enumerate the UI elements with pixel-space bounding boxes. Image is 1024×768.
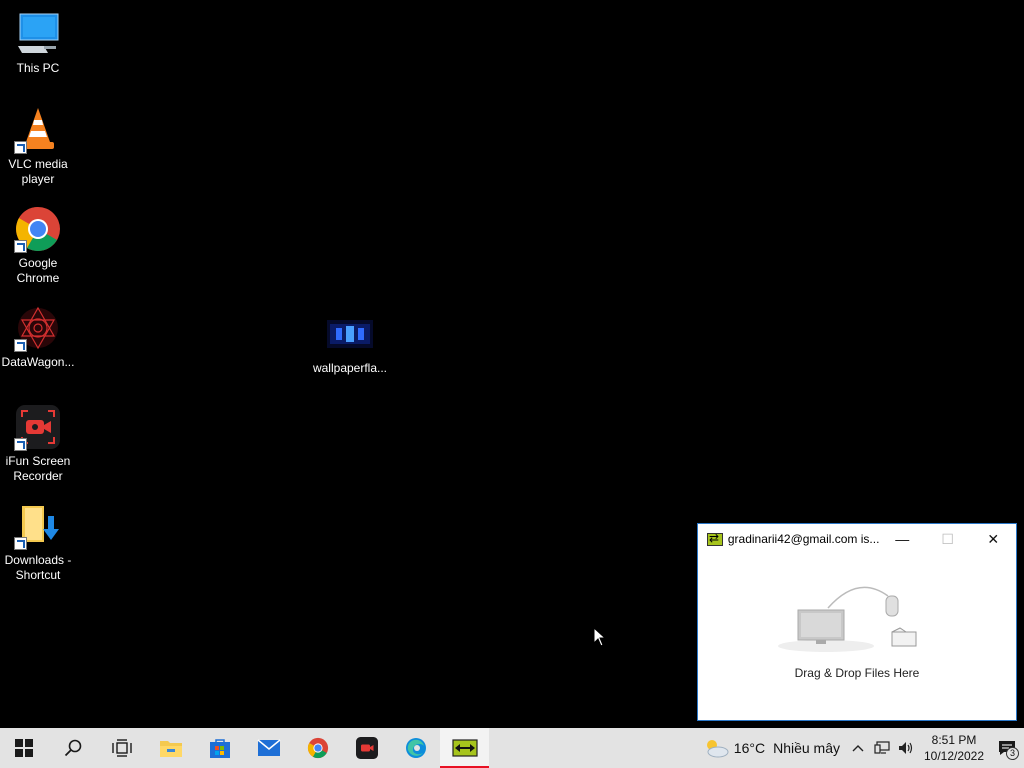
chrome-icon	[14, 205, 62, 253]
desktop-icon-label: This PC	[16, 61, 60, 75]
store-button[interactable]	[195, 728, 244, 768]
window-title: gradinarii42@gmail.com is...	[727, 532, 880, 546]
drop-zone[interactable]: Drag & Drop Files Here	[698, 554, 1016, 720]
chrome-icon	[307, 737, 328, 759]
clock[interactable]: 8:51 PM 10/12/2022	[918, 728, 990, 768]
weather-widget[interactable]: 16°C Nhiều mây	[697, 728, 846, 768]
partly-cloudy-icon	[706, 740, 729, 758]
desktop-icon-wallpaper[interactable]: wallpaperfla...	[312, 310, 388, 376]
edge-button[interactable]	[391, 728, 440, 768]
desktop-icon-downloads[interactable]: Downloads - Shortcut	[0, 502, 76, 583]
search-icon	[64, 739, 81, 757]
start-button[interactable]	[0, 728, 48, 768]
action-center-button[interactable]: 3	[990, 728, 1024, 768]
task-view-button[interactable]	[97, 728, 146, 768]
system-tray: 16°C Nhiều mây 8:51 PM 10/12/2022 3	[697, 728, 1024, 768]
weather-temperature: 16°C	[733, 740, 766, 756]
downloads-folder-icon	[14, 502, 62, 550]
desktop-icon-label: VLC media player	[8, 157, 68, 186]
datawagon-icon	[14, 304, 62, 352]
mail-button[interactable]	[244, 728, 293, 768]
maximize-button[interactable]: ☐	[925, 524, 971, 554]
file-transfer-icon	[451, 739, 478, 757]
desktop-icon-label: wallpaperfla...	[312, 361, 388, 375]
file-transfer-icon	[707, 531, 723, 546]
window-titlebar[interactable]: gradinarii42@gmail.com is... — ☐ ✕	[698, 524, 1016, 554]
mouse-cursor-icon	[593, 627, 607, 647]
desktop-icon-label: Downloads - Shortcut	[4, 553, 72, 582]
file-transfer-taskbar-button[interactable]	[440, 728, 489, 768]
task-view-icon	[111, 739, 132, 757]
weather-condition: Nhiều mây	[773, 740, 840, 756]
chevron-up-icon	[852, 745, 864, 752]
minimize-button[interactable]: —	[879, 524, 925, 554]
folder-icon	[159, 741, 182, 757]
drag-drop-illustration-icon	[778, 586, 917, 652]
clock-date: 10/12/2022	[923, 749, 985, 763]
desktop-icon-label: DataWagon...	[1, 355, 75, 369]
network-button[interactable]	[870, 728, 894, 768]
desktop-icon-this-pc[interactable]: This PC	[0, 10, 76, 76]
desktop-icon-vlc[interactable]: VLC media player	[0, 106, 76, 187]
shortcut-arrow-icon	[14, 537, 27, 550]
drop-zone-label: Drag & Drop Files Here	[794, 666, 920, 680]
volume-icon	[899, 742, 913, 754]
chrome-taskbar-button[interactable]	[293, 728, 342, 768]
desktop-icon-label: iFun Screen Recorder	[5, 454, 71, 483]
vlc-icon	[14, 106, 62, 154]
windows-icon	[15, 739, 33, 757]
network-icon	[874, 741, 890, 754]
desktop-icon-label: Google Chrome	[16, 256, 60, 285]
desktop-icon-ifun[interactable]: iFun Screen Recorder	[0, 403, 76, 484]
shortcut-arrow-icon	[14, 240, 27, 253]
file-transfer-window[interactable]: gradinarii42@gmail.com is... — ☐ ✕ Drag …	[697, 523, 1017, 721]
ifun-taskbar-button[interactable]	[342, 728, 391, 768]
mail-icon	[257, 739, 280, 756]
file-explorer-button[interactable]	[146, 728, 195, 768]
ifun-recorder-icon	[14, 403, 62, 451]
ifun-recorder-icon	[355, 737, 378, 759]
desktop-icon-datawagon[interactable]: DataWagon...	[0, 304, 76, 370]
close-button[interactable]: ✕	[970, 524, 1016, 554]
show-hidden-icons-button[interactable]	[846, 728, 870, 768]
shortcut-arrow-icon	[14, 339, 27, 352]
taskbar: 16°C Nhiều mây 8:51 PM 10/12/2022 3	[0, 728, 1024, 768]
edge-icon	[405, 738, 426, 758]
notification-count-badge: 3	[1006, 747, 1019, 760]
shortcut-arrow-icon	[14, 141, 27, 154]
store-icon	[209, 739, 230, 758]
clock-time: 8:51 PM	[931, 733, 977, 747]
search-button[interactable]	[48, 728, 97, 768]
desktop-icon-chrome[interactable]: Google Chrome	[0, 205, 76, 286]
desktop[interactable]: This PC VLC media player Google Chrome D…	[0, 0, 1024, 728]
volume-button[interactable]	[894, 728, 918, 768]
image-thumbnail-icon	[326, 310, 374, 358]
shortcut-arrow-icon	[14, 438, 27, 451]
computer-icon	[14, 10, 62, 58]
